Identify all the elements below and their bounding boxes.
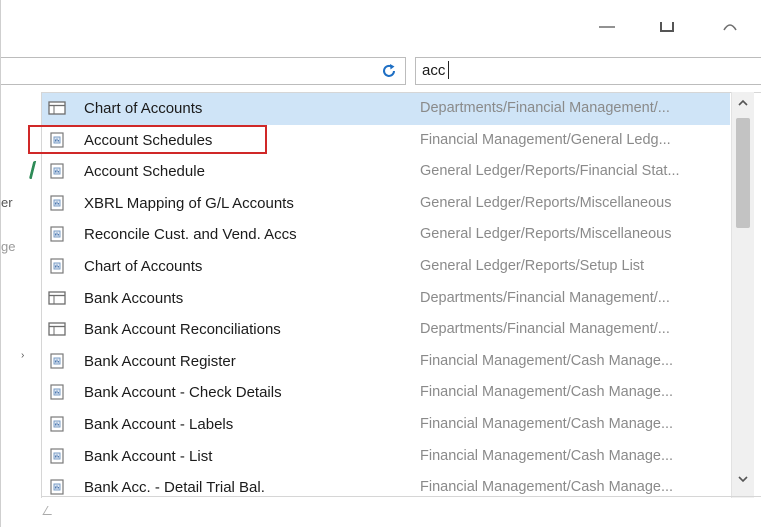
result-name: Chart of Accounts <box>84 257 203 275</box>
result-path: Financial Management/Cash Manage... <box>420 479 674 496</box>
result-path: Departments/Financial Management/... <box>420 289 670 306</box>
report-icon <box>48 195 66 211</box>
report-icon <box>48 226 66 242</box>
report-icon <box>48 447 66 464</box>
report-icon <box>48 353 66 369</box>
result-row[interactable]: Reconcile Cust. and Vend. Accs General Le… <box>42 219 730 251</box>
result-path: General Ledger/Reports/Miscellaneous <box>420 194 672 211</box>
scroll-thumb[interactable] <box>736 118 750 228</box>
result-path: Departments/Financial Management/... <box>420 100 670 116</box>
result-name: Bank Acc. - Detail Trial Bal. <box>84 479 265 497</box>
result-name: Bank Account - List <box>84 447 213 465</box>
result-row[interactable]: Bank Acc. - Detail Trial Bal. Financial M… <box>42 472 730 498</box>
result-row[interactable]: Bank Account Register Financial Managemen… <box>42 346 730 378</box>
result-path: General Ledger/Reports/Miscellaneous <box>420 226 672 243</box>
report-icon <box>48 416 66 432</box>
scroll-up-icon[interactable] <box>732 94 754 112</box>
result-row[interactable]: Account Schedule General Ledger/Reports/F… <box>42 156 730 188</box>
result-name: Account Schedule <box>84 163 205 181</box>
close-icon[interactable] <box>719 18 741 34</box>
result-row[interactable]: Bank Account Reconciliations Departments/… <box>42 314 730 346</box>
result-path: General Ledger/Reports/Financial Stat... <box>420 163 680 180</box>
report-icon <box>48 258 66 274</box>
result-name: Bank Account - Labels <box>84 415 234 433</box>
result-name: Reconcile Cust. and Vend. Accs <box>84 226 297 244</box>
side-text-fragment: er <box>1 195 13 210</box>
result-path: Financial Management/Cash Manage... <box>420 447 674 464</box>
report-icon <box>48 479 66 495</box>
window-frame: acc er ge › Chart of Accounts Departments… <box>0 0 761 527</box>
result-name: Bank Account Register <box>84 352 236 370</box>
result-path: Financial Management/Cash Manage... <box>420 415 674 432</box>
result-path: Financial Management/Cash Manage... <box>420 384 674 401</box>
text-caret <box>448 60 450 79</box>
result-name: Bank Account - Check Details <box>84 384 282 402</box>
minimize-icon[interactable] <box>596 18 618 34</box>
address-bar[interactable] <box>1 57 406 85</box>
scroll-down-icon[interactable] <box>732 470 754 488</box>
result-row[interactable]: Bank Accounts Departments/Financial Manag… <box>42 283 730 315</box>
list-page-icon <box>48 290 66 306</box>
result-row[interactable]: Bank Account - List Financial Management/… <box>42 441 730 473</box>
results-scrollbar[interactable] <box>731 92 754 498</box>
resize-grip-icon[interactable] <box>42 506 57 515</box>
refresh-icon[interactable] <box>381 63 397 79</box>
result-row[interactable]: Bank Account - Labels Financial Managemen… <box>42 409 730 441</box>
maximize-icon[interactable] <box>656 18 678 34</box>
report-icon <box>48 384 66 400</box>
side-arrow-icon: › <box>21 350 25 361</box>
list-page-icon <box>48 321 66 337</box>
result-name: Chart of Accounts <box>84 100 203 117</box>
dropdown-bottom-border <box>41 496 761 497</box>
result-row[interactable]: Chart of Accounts General Ledger/Reports/… <box>42 251 730 283</box>
search-query: acc <box>422 62 446 79</box>
result-path: Departments/Financial Management/... <box>420 321 670 338</box>
result-name: Bank Accounts <box>84 289 184 307</box>
result-path: Financial Management/General Ledg... <box>420 131 671 148</box>
result-name: XBRL Mapping of G/L Accounts <box>84 194 294 212</box>
search-input[interactable]: acc <box>415 57 761 85</box>
result-path: General Ledger/Reports/Setup List <box>420 257 645 274</box>
result-path: Financial Management/Cash Manage... <box>420 352 674 369</box>
side-text-fragment: ge <box>1 239 16 254</box>
result-row[interactable]: Chart of Accounts Departments/Financial M… <box>42 93 730 125</box>
report-icon <box>48 163 66 179</box>
red-highlight-box <box>28 125 267 154</box>
result-row[interactable]: Bank Account - Check Details Financial Ma… <box>42 377 730 409</box>
result-name: Bank Account Reconciliations <box>84 321 281 339</box>
list-page-icon <box>48 100 66 116</box>
result-row[interactable]: XBRL Mapping of G/L Accounts General Ledg… <box>42 188 730 220</box>
